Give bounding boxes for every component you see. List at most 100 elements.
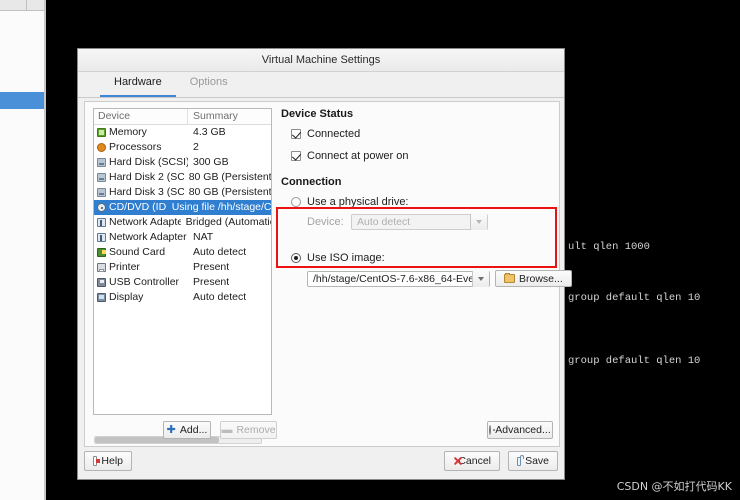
remove-device-button: ▬ Remove — [220, 421, 277, 439]
device-name: Display — [109, 291, 144, 303]
checkbox-icon-connected[interactable] — [291, 129, 301, 139]
background-app-toolbar — [0, 0, 44, 11]
device-cell: Printer — [94, 260, 188, 275]
connection-title: Connection — [281, 176, 342, 188]
device-list-row[interactable]: USB Controller Present — [94, 275, 271, 290]
remove-label: Remove — [236, 424, 276, 436]
device-cell: Display — [94, 290, 188, 305]
use-physical-drive-radio-row[interactable]: Use a physical drive: — [291, 196, 553, 208]
device-name: Hard Disk (SCSI) — [109, 156, 188, 168]
add-device-button[interactable]: ✚ Add... — [163, 421, 211, 439]
radio-icon-use-iso-image[interactable] — [291, 253, 301, 263]
display-icon — [97, 293, 106, 302]
device-list-row[interactable]: Hard Disk (SCSI) 300 GB — [94, 155, 271, 170]
device-cell: USB Controller — [94, 275, 188, 290]
device-summary: Auto detect — [193, 291, 247, 303]
iso-path-dropdown[interactable]: /hh/stage/CentOS-7.6-x86_64-Everything-1… — [307, 270, 490, 287]
connect-at-power-on-checkbox-row[interactable]: Connect at power on — [291, 150, 553, 162]
advanced-label: Advanced... — [495, 424, 551, 436]
device-name: Network Adapter — [109, 216, 181, 228]
add-label: Add... — [179, 424, 208, 436]
network-adapter-icon — [97, 233, 106, 242]
cancel-button[interactable]: Cancel — [444, 451, 500, 471]
device-summary: NAT — [193, 231, 214, 243]
connected-checkbox-row[interactable]: Connected — [291, 128, 553, 140]
device-name: USB Controller — [109, 276, 180, 288]
device-cell: Hard Disk (SCSI) — [94, 155, 188, 170]
physical-device-row: Device: Auto detect — [307, 214, 553, 230]
network-adapter-icon — [97, 218, 106, 227]
close-icon — [453, 456, 454, 466]
device-field-label: Device: — [307, 216, 344, 228]
device-list-row[interactable]: Printer Present — [94, 260, 271, 275]
device-list-row[interactable]: Memory 4.3 GB — [94, 125, 271, 140]
chevron-down-icon-physical-device[interactable] — [470, 214, 487, 230]
device-cell: Memory — [94, 125, 188, 140]
device-list-row[interactable]: CD/DVD (IDE) Using file /hh/stage/CentOS — [94, 200, 271, 215]
device-status-title: Device Status — [281, 108, 354, 120]
device-name: Network Adapter 2 — [109, 231, 188, 243]
device-summary: 2 — [193, 141, 199, 153]
tab-strip: Hardware Options — [78, 72, 564, 98]
device-summary: 300 GB — [193, 156, 229, 168]
folder-icon — [504, 273, 515, 283]
device-list-row[interactable]: Sound Card Auto detect — [94, 245, 271, 260]
device-cell: Sound Card — [94, 245, 188, 260]
device-list-row[interactable]: Display Auto detect — [94, 290, 271, 305]
plus-icon: ✚ — [166, 423, 176, 436]
device-cell: Hard Disk 3 (SCSI) — [94, 185, 184, 200]
device-cell: Network Adapter — [94, 215, 181, 230]
advanced-button[interactable]: Advanced... — [487, 421, 553, 439]
background-app-panel — [0, 0, 46, 500]
list-action-bar: ✚ Add... ▬ Remove Advanced... — [93, 420, 553, 440]
device-summary: 80 GB (Persistent) — [188, 186, 271, 198]
device-name: CD/DVD (IDE) — [109, 201, 167, 213]
terminal-line: group default qlen 10 — [568, 355, 701, 367]
device-list-row[interactable]: Hard Disk 2 (SCSI) 80 GB (Persistent) — [94, 170, 271, 185]
device-summary: 80 GB (Persistent) — [188, 171, 271, 183]
hard-disk-icon — [97, 158, 106, 167]
device-list-header: Device Summary — [94, 109, 271, 125]
device-cell: Processors — [94, 140, 188, 155]
device-list[interactable]: Device Summary Memory 4.3 GB Processors 2 Ha… — [93, 108, 272, 415]
device-cell: CD/DVD (IDE) — [94, 200, 167, 215]
device-summary: Present — [193, 261, 230, 273]
device-name: Memory — [109, 126, 147, 138]
memory-icon — [97, 128, 106, 137]
iso-path-value: /hh/stage/CentOS-7.6-x86_64-Everything-1… — [313, 272, 473, 285]
chevron-down-icon-iso-path[interactable] — [472, 270, 489, 287]
hard-disk-icon — [97, 188, 106, 197]
device-list-row[interactable]: Hard Disk 3 (SCSI) 80 GB (Persistent) — [94, 185, 271, 200]
column-header-device: Device — [94, 109, 188, 124]
usb-controller-icon — [97, 278, 106, 287]
device-summary: Auto detect — [193, 246, 247, 258]
help-button[interactable]: Help — [84, 451, 132, 471]
device-name: Processors — [109, 141, 162, 153]
device-name: Hard Disk 3 (SCSI) — [109, 186, 184, 198]
sound-card-icon — [97, 248, 106, 257]
checkbox-icon-connect-at-power-on[interactable] — [291, 151, 301, 161]
device-list-row[interactable]: Processors 2 — [94, 140, 271, 155]
printer-icon — [97, 263, 106, 272]
save-label: Save — [525, 455, 549, 467]
physical-device-dropdown[interactable]: Auto detect — [351, 214, 488, 230]
help-icon — [93, 456, 101, 466]
device-list-row[interactable]: Network Adapter Bridged (Automatic) — [94, 215, 271, 230]
device-list-row[interactable]: Network Adapter 2 NAT — [94, 230, 271, 245]
browse-button[interactable]: Browse... — [495, 270, 572, 287]
screen: ult qlen 1000 group default qlen 10 group … — [0, 0, 740, 500]
connected-label: Connected — [307, 128, 361, 140]
tab-hardware[interactable]: Hardware — [100, 70, 176, 97]
dialog-body: Device Summary Memory 4.3 GB Processors 2 Ha… — [84, 101, 572, 447]
tab-options[interactable]: Options — [176, 70, 242, 97]
save-button[interactable]: Save — [508, 451, 558, 471]
device-summary: 4.3 GB — [193, 126, 226, 138]
dialog-footer: Help Cancel Save — [84, 449, 558, 473]
use-iso-image-radio-row[interactable]: Use ISO image: — [291, 252, 553, 264]
background-app-selected-row — [0, 92, 44, 109]
physical-device-value: Auto detect — [357, 216, 411, 228]
column-header-summary: Summary — [193, 110, 238, 122]
radio-icon-use-physical-drive[interactable] — [291, 197, 301, 207]
processor-icon — [97, 143, 106, 152]
save-icon — [517, 454, 524, 466]
